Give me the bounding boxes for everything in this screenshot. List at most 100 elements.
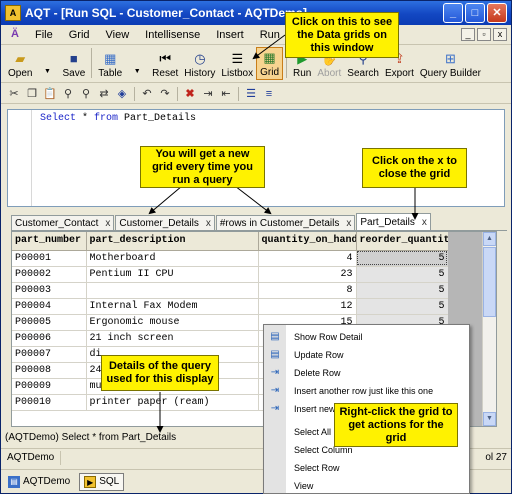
task-aqtdemo[interactable]: ▤ AQTDemo (3, 473, 75, 491)
table-cell[interactable]: 5 (356, 250, 449, 267)
tab-close-icon[interactable]: x (105, 218, 110, 229)
toolbar-separator (238, 86, 239, 101)
column-header[interactable]: reorder_quantity (356, 232, 449, 251)
tab-part-details[interactable]: Part_Details x (356, 213, 431, 230)
find-next-icon[interactable]: ⚲ (77, 86, 95, 102)
replace-icon[interactable]: ⇄ (95, 86, 113, 102)
indent-icon[interactable]: ⇥ (199, 86, 217, 102)
table-cell[interactable]: Motherboard (86, 250, 259, 267)
menu-item-update-row[interactable]: ▤ Update Row (264, 345, 469, 365)
table-cell[interactable] (86, 282, 259, 299)
aqt-menu-icon[interactable]: Ä (7, 28, 23, 42)
grid-button[interactable]: ▦ Grid (256, 47, 284, 80)
task-sql[interactable]: ▶ SQL (79, 472, 125, 491)
table-row[interactable]: P00002 Pentium II CPU 23 5 (12, 266, 449, 283)
table-cell[interactable]: 5 (356, 282, 449, 299)
redo-icon[interactable]: ↷ (156, 86, 174, 102)
table-cell[interactable]: printer paper (ream) (86, 394, 259, 411)
table-cell[interactable]: P00002 (12, 266, 87, 283)
table-cell[interactable]: P00003 (12, 282, 87, 299)
table-cell[interactable]: P00001 (12, 250, 87, 267)
menu-file[interactable]: File (27, 25, 61, 45)
table-cell[interactable]: 5 (356, 266, 449, 283)
window-controls: _ □ ✕ (443, 3, 507, 23)
table-cell[interactable]: 21 inch screen (86, 330, 259, 347)
column-header[interactable]: quantity_on_hand (258, 232, 357, 251)
find-icon[interactable]: ⚲ (59, 86, 77, 102)
menu-item-delete-row[interactable]: ⇥ Delete Row (264, 363, 469, 383)
tab-close-icon[interactable]: x (346, 218, 351, 229)
tab-rows-in-customer-details[interactable]: #rows in Customer_Details x (215, 215, 356, 230)
table-cell[interactable]: P00004 (12, 298, 87, 315)
menu-item-insert-copy-row[interactable]: ⇥ Insert another row just like this one (264, 381, 469, 401)
table-row[interactable]: P00003 8 5 (12, 282, 449, 299)
paste-icon[interactable]: 📋 (41, 86, 59, 102)
vertical-scrollbar[interactable]: ▲ ▼ (482, 232, 496, 426)
close-button[interactable]: ✕ (487, 3, 507, 23)
callout-close-grid: Click on the x to close the grid (362, 148, 467, 188)
table-cell[interactable]: Ergonomic mouse (86, 314, 259, 331)
align-left-icon[interactable]: ☰ (242, 86, 260, 102)
delete-icon[interactable]: ✖ (181, 86, 199, 102)
table-cell[interactable]: 12 (258, 298, 357, 315)
table-cell[interactable]: 4 (258, 250, 357, 267)
mdi-close-button[interactable]: x (493, 28, 507, 41)
menu-intellisense[interactable]: Intellisense (137, 25, 208, 45)
history-button[interactable]: ◷ History (181, 47, 218, 80)
copy-icon[interactable]: ❐ (23, 86, 41, 102)
table-row[interactable]: P00004 Internal Fax Modem 12 5 (12, 298, 449, 315)
toolbar-separator (91, 48, 93, 78)
menu-view[interactable]: View (98, 25, 138, 45)
tab-close-icon[interactable]: x (422, 217, 427, 228)
open-dropdown-button[interactable]: ▼ (35, 47, 59, 80)
listbox-button[interactable]: ☰ Listbox (218, 47, 256, 80)
tab-customer-contact[interactable]: Customer_Contact x (11, 215, 115, 230)
table-cell[interactable]: P00005 (12, 314, 87, 331)
callout-right-click: Right-click the grid to get actions for … (334, 403, 458, 447)
column-header[interactable]: part_number (12, 232, 87, 251)
mdi-minimize-button[interactable]: _ (461, 28, 475, 41)
menu-grid[interactable]: Grid (61, 25, 98, 45)
save-button[interactable]: ■ Save (59, 47, 88, 80)
table-cell[interactable]: P00007 (12, 346, 87, 363)
table-cell[interactable]: 5 (356, 298, 449, 315)
scroll-up-icon[interactable]: ▲ (483, 232, 496, 246)
table-cell[interactable]: P00010 (12, 394, 87, 411)
scroll-down-icon[interactable]: ▼ (483, 412, 496, 426)
menu-run[interactable]: Run (252, 25, 288, 45)
clear-icon[interactable]: ◈ (113, 86, 131, 102)
cut-icon[interactable]: ✂ (5, 86, 23, 102)
table-button[interactable]: ▦ Table (95, 47, 125, 80)
scroll-thumb[interactable] (483, 247, 496, 317)
menu-item-select-row[interactable]: Select Row (264, 458, 469, 478)
table-cell[interactable]: Pentium II CPU (86, 266, 259, 283)
maximize-button[interactable]: □ (465, 3, 485, 23)
table-dropdown-button[interactable]: ▼ (125, 47, 149, 80)
reset-button[interactable]: ⏮ Reset (149, 47, 181, 80)
window-title: AQT - [Run SQL - Customer_Contact - AQTD… (25, 6, 307, 20)
menu-item-view[interactable]: View (264, 476, 469, 493)
outdent-icon[interactable]: ⇤ (217, 86, 235, 102)
title-bar[interactable]: A AQT - [Run SQL - Customer_Contact - AQ… (1, 1, 511, 25)
sql-text[interactable]: Select * from Part_Details (40, 113, 196, 124)
tab-close-icon[interactable]: x (206, 218, 211, 229)
table-cell[interactable]: 23 (258, 266, 357, 283)
minimize-button[interactable]: _ (443, 3, 463, 23)
table-row[interactable]: P00001 Motherboard 4 5 (12, 250, 449, 267)
query-builder-button[interactable]: ⊞ Query Builder (417, 47, 484, 80)
open-button[interactable]: ▰ Open (5, 47, 35, 80)
undo-icon[interactable]: ↶ (138, 86, 156, 102)
column-header[interactable]: part_description (86, 232, 259, 251)
comment-icon[interactable]: ≡ (260, 86, 278, 102)
table-cell[interactable]: P00008 (12, 362, 87, 379)
table-cell[interactable]: 8 (258, 282, 357, 299)
table-cell[interactable]: P00006 (12, 330, 87, 347)
table-cell[interactable]: Internal Fax Modem (86, 298, 259, 315)
menu-item-show-row-detail[interactable]: ▤ Show Row Detail (264, 327, 469, 347)
table-cell[interactable]: P00009 (12, 378, 87, 395)
menu-insert[interactable]: Insert (208, 25, 252, 45)
aqt-app-icon[interactable]: A (5, 5, 21, 21)
tab-customer-details[interactable]: Customer_Details x (115, 215, 215, 230)
update-row-icon: ▤ (270, 349, 280, 360)
mdi-restore-button[interactable]: ▫ (477, 28, 491, 41)
